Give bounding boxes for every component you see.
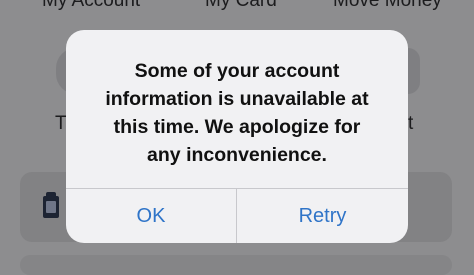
alert-message-line: any inconvenience.: [147, 144, 327, 166]
alert-message: Some of your account information is unav…: [66, 57, 408, 169]
alert-message-line: Some of your account: [134, 60, 340, 82]
top-tabs: My Account My Card Move Money: [0, 0, 474, 14]
background-partial-text-right: t: [408, 113, 414, 134]
alert-message-line: this time. We apologize for: [113, 116, 361, 138]
background-card-bottom: [20, 255, 452, 275]
background-partial-text-left: T: [55, 113, 67, 134]
alert-dialog: Some of your account information is unav…: [66, 30, 408, 243]
tab-my-card[interactable]: My Card: [205, 0, 277, 12]
clipboard-icon: [43, 192, 59, 218]
tab-my-account[interactable]: My Account: [42, 0, 140, 12]
app-screen: My Account My Card Move Money T t Some o…: [0, 0, 474, 275]
ok-button[interactable]: OK: [66, 189, 236, 243]
retry-button[interactable]: Retry: [237, 189, 408, 243]
alert-message-line: information is unavailable at: [105, 88, 369, 110]
tab-move-money[interactable]: Move Money: [333, 0, 442, 12]
